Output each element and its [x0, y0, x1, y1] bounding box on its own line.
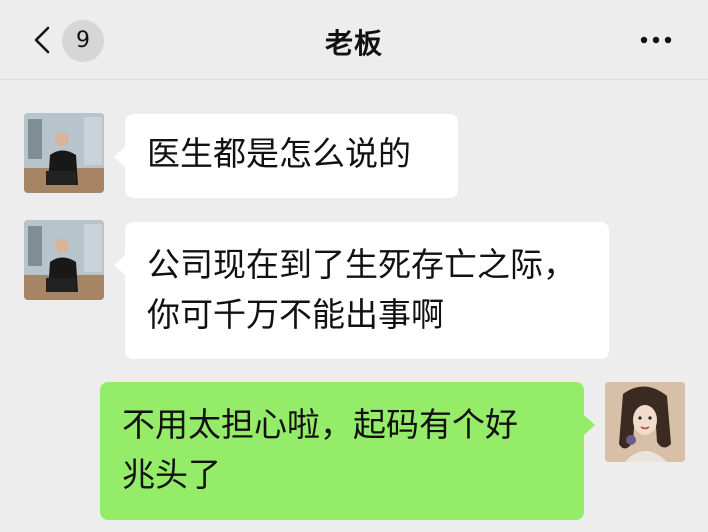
message-text-line: 公司现在到了生死存亡之际， — [147, 245, 576, 284]
message-text: 医生都是怎么说的 — [147, 134, 411, 173]
chat-title: 老板 — [324, 27, 383, 60]
chat-header: 9 老板 — [0, 0, 708, 80]
message-text-line: 不用太担心啦，起码有个好 — [122, 405, 518, 444]
bubble-tail — [583, 414, 595, 436]
message-bubble-outgoing[interactable]: 不用太担心啦，起码有个好 兆头了 — [100, 382, 595, 520]
man-portrait-icon — [24, 220, 104, 300]
message-text-line: 兆头了 — [122, 455, 221, 494]
chat-screen: 9 老板 医生都是怎么说的 公司现在到了生死存亡之际， 你可千万不能出事啊 不用… — [0, 0, 708, 532]
man-portrait-icon — [24, 113, 104, 193]
message-bubble-incoming[interactable]: 医生都是怎么说的 — [114, 114, 458, 198]
woman-portrait-icon — [605, 382, 685, 462]
boss-avatar[interactable] — [24, 113, 104, 193]
my-avatar[interactable] — [605, 382, 685, 462]
message-bubble-incoming[interactable]: 公司现在到了生死存亡之际， 你可千万不能出事啊 — [114, 222, 609, 359]
message-text-line: 你可千万不能出事啊 — [147, 295, 444, 334]
bubble-tail — [114, 146, 126, 168]
boss-avatar[interactable] — [24, 220, 104, 300]
bubble-tail — [114, 254, 126, 276]
more-dots-icon[interactable] — [638, 28, 674, 52]
